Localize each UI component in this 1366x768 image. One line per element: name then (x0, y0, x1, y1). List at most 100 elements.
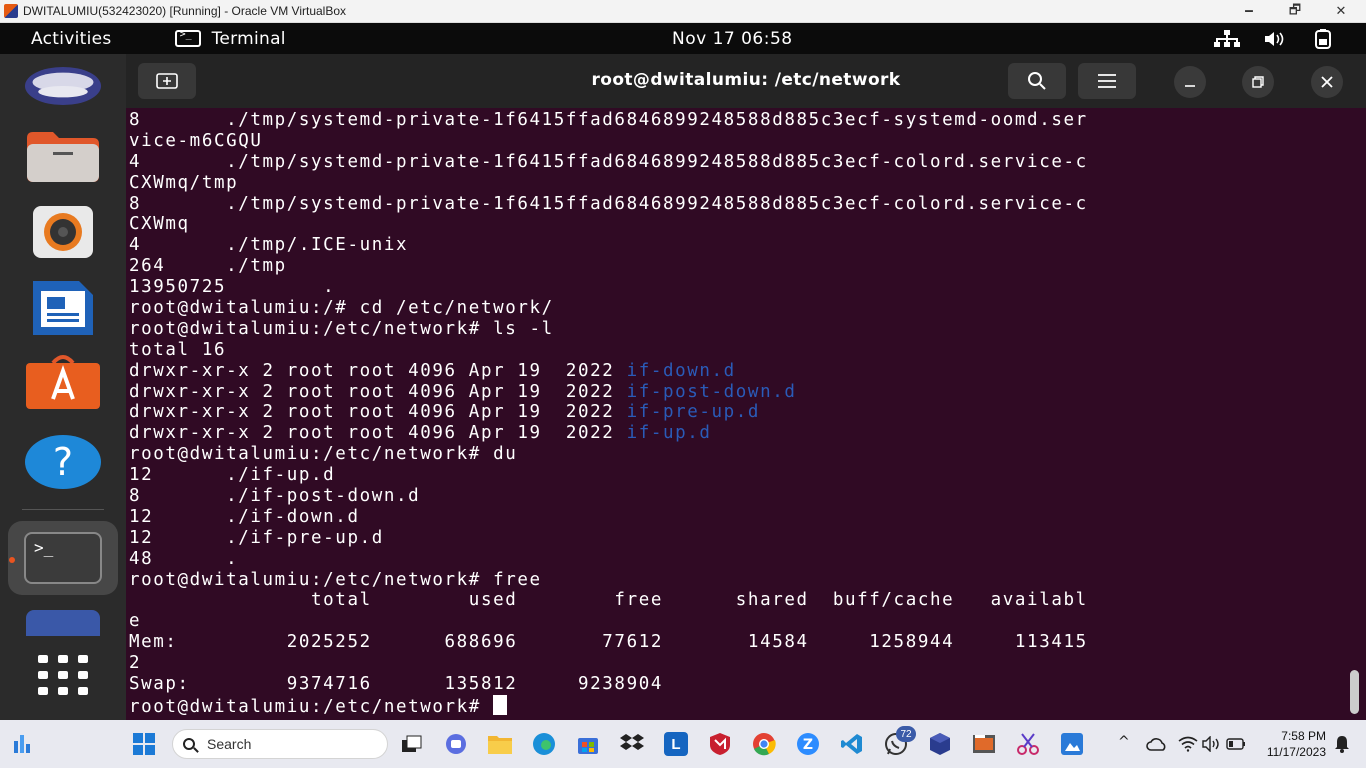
edge-icon[interactable] (532, 732, 556, 756)
chat-icon[interactable] (444, 732, 468, 756)
task-view-icon[interactable] (400, 732, 424, 756)
terminal-line-text: 2 (129, 653, 142, 674)
terminal-line: total used free shared buff/cache availa… (129, 590, 1344, 611)
app-grid-icon[interactable] (24, 645, 102, 705)
close-window-button[interactable]: ✕ (1318, 0, 1364, 23)
terminal-line-text: drwxr-xr-x 2 root root 4096 Apr 19 2022 (129, 360, 627, 381)
vscode-icon[interactable] (840, 732, 864, 756)
terminal-line: 12 ./if-down.d (129, 507, 1344, 528)
taskbar-search-input[interactable]: Search (172, 729, 388, 759)
terminal-line: root@dwitalumiu:/# cd /etc/network/ (129, 298, 1344, 319)
files-icon[interactable] (24, 126, 102, 186)
search-icon[interactable] (1008, 63, 1066, 99)
maximize-window-button[interactable]: 🗗 (1272, 0, 1318, 23)
terminal-line: Mem: 2025252 688696 77612 14584 1258944 … (129, 632, 1344, 653)
directory-name: if-pre-up.d (626, 402, 761, 423)
close-icon[interactable] (1311, 66, 1343, 98)
file-explorer-icon[interactable] (488, 732, 512, 756)
network-icon[interactable] (1214, 29, 1240, 49)
terminal-line: 48 . (129, 549, 1344, 570)
battery-status-icon[interactable] (1224, 732, 1248, 756)
terminal-line-text: drwxr-xr-x 2 root root 4096 Apr 19 2022 (129, 402, 627, 423)
terminal-line-text: CXWmq (129, 214, 190, 235)
terminal-line-text: 8 ./tmp/systemd-private-1f6415ffad684689… (129, 110, 1088, 130)
terminal-line-text: 13950725 . (129, 277, 336, 298)
terminal-line: total 16 (129, 340, 1344, 361)
speaker-icon[interactable] (1200, 732, 1224, 756)
volume-icon[interactable] (1262, 29, 1288, 49)
terminal-line: 8 ./if-post-down.d (129, 486, 1344, 507)
terminal-line-text: vice-m6CGQU (129, 130, 263, 151)
chrome-icon[interactable] (752, 732, 776, 756)
terminal-line: CXWmq/tmp (129, 173, 1344, 194)
terminal-line: 8 ./tmp/systemd-private-1f6415ffad684689… (129, 110, 1344, 131)
app-menu[interactable]: Terminal (212, 29, 286, 49)
terminal-line: 12 ./if-pre-up.d (129, 528, 1344, 549)
terminal-line-text: e (129, 611, 142, 632)
vbox-vm-icon[interactable] (972, 732, 996, 756)
terminal-line: root@dwitalumiu:/etc/network# ls -l (129, 319, 1344, 340)
terminal-line: root@dwitalumiu:/etc/network# free (129, 570, 1344, 591)
virtualbox-icon[interactable] (928, 732, 952, 756)
terminal-line: 12 ./if-up.d (129, 465, 1344, 486)
terminal-line-text: 4 ./tmp/systemd-private-1f6415ffad684689… (129, 151, 1088, 172)
search-icon (183, 738, 195, 750)
terminal-line: vice-m6CGQU (129, 131, 1344, 152)
wifi-icon[interactable] (1176, 732, 1200, 756)
terminal-line: 264 ./tmp (129, 256, 1344, 277)
terminal-line-text: root@dwitalumiu:/etc/network# ls -l (129, 318, 554, 339)
running-indicator (9, 557, 15, 563)
system-tray[interactable] (1214, 28, 1336, 49)
writer-icon[interactable] (24, 278, 102, 338)
directory-name: if-post-down.d (626, 381, 797, 402)
start-icon[interactable] (132, 732, 156, 756)
dropbox-icon[interactable] (620, 732, 644, 756)
help-icon[interactable]: ? (24, 432, 102, 492)
notification-bell-icon[interactable] (1330, 732, 1354, 756)
zoom-icon[interactable]: Z (796, 732, 820, 756)
software-store-icon[interactable] (24, 352, 102, 412)
terminal-scrollbar[interactable] (1350, 670, 1359, 714)
terminal-line: root@dwitalumiu:/etc/network# (129, 694, 1344, 717)
terminal-line: root@dwitalumiu:/etc/network# du (129, 444, 1344, 465)
partial-app-icon[interactable] (24, 606, 102, 636)
avatar-icon[interactable] (24, 56, 102, 116)
terminal-line: 4 ./tmp/systemd-private-1f6415ffad684689… (129, 152, 1344, 173)
activities-button[interactable]: Activities (31, 29, 112, 49)
taskbar-clock[interactable]: 7:58 PM 11/17/2023 (1260, 728, 1326, 760)
terminal-line: e (129, 611, 1344, 632)
terminal-line: 4 ./tmp/.ICE-unix (129, 235, 1344, 256)
show-hidden-icons-button[interactable]: ^ (1118, 734, 1130, 750)
whatsapp-badge: 72 (896, 726, 916, 742)
terminal-window[interactable]: root@dwitalumiu: /etc/network 8 ./tmp/sy… (126, 54, 1366, 720)
minimize-icon[interactable] (1174, 66, 1206, 98)
vbox-window-title: DWITALUMIU(532423020) [Running] - Oracle… (23, 4, 347, 18)
mcafee-icon[interactable] (708, 732, 732, 756)
terminal-icon[interactable]: >_ (24, 528, 102, 588)
terminal-output[interactable]: 8 ./tmp/systemd-private-1f6415ffad684689… (129, 110, 1344, 720)
new-tab-button[interactable] (138, 63, 196, 99)
terminal-line-text: 12 ./if-down.d (129, 506, 360, 527)
menu-icon[interactable] (1078, 63, 1136, 99)
terminal-line-text: 4 ./tmp/.ICE-unix (129, 235, 409, 256)
restore-icon[interactable] (1242, 66, 1274, 98)
terminal-line-text: 12 ./if-pre-up.d (129, 527, 384, 548)
system-clock[interactable]: Nov 17 06:58 (672, 29, 793, 49)
terminal-line-text: total 16 (129, 339, 227, 360)
rhythmbox-icon[interactable] (24, 202, 102, 262)
microsoft-store-icon[interactable] (576, 732, 600, 756)
terminal-glyph: >_ (24, 532, 102, 584)
battery-icon[interactable] (1310, 28, 1336, 49)
gnome-topbar: Activities Terminal Nov 17 06:58 (0, 23, 1366, 54)
terminal-line: CXWmq (129, 214, 1344, 235)
terminal-line-text: 264 ./tmp (129, 256, 287, 277)
terminal-line-text: 8 ./tmp/systemd-private-1f6415ffad684689… (129, 193, 1088, 214)
paint-icon[interactable] (1060, 732, 1084, 756)
widgets-icon[interactable] (10, 732, 34, 756)
l-app-icon[interactable]: L (664, 732, 688, 756)
minimize-window-button[interactable]: 🗕 (1226, 0, 1272, 23)
terminal-app-icon (174, 29, 201, 47)
snipping-tool-icon[interactable] (1016, 732, 1040, 756)
onedrive-icon[interactable] (1145, 732, 1169, 756)
terminal-line-text: root@dwitalumiu:/# cd /etc/network/ (129, 298, 554, 319)
